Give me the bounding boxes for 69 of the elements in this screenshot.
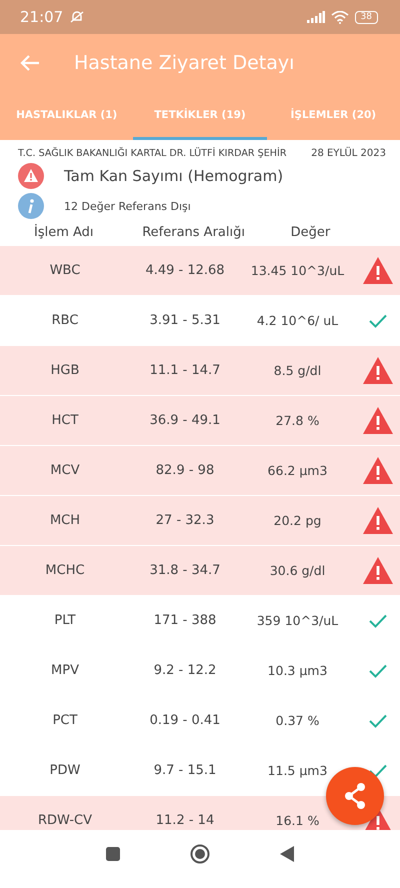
- result-value: 30.6 g/dl: [268, 563, 326, 578]
- tab[interactable]: HASTALIKLAR (1): [0, 92, 134, 140]
- column-header: Değer: [290, 225, 332, 240]
- reference-range: 9.7 - 15.1: [152, 763, 218, 778]
- clock: 21:07: [20, 8, 64, 26]
- warning-icon: [18, 163, 44, 189]
- test-code: HGB: [50, 363, 80, 378]
- back-icon[interactable]: [279, 845, 296, 863]
- check-icon: [368, 764, 386, 778]
- share-button[interactable]: [326, 767, 384, 825]
- result-value: 8.5 g/dl: [272, 363, 322, 378]
- tab[interactable]: İŞLEMLER (20): [266, 92, 400, 140]
- check-icon: [368, 314, 386, 328]
- reference-range: 82.9 - 98: [154, 463, 216, 478]
- reference-range: 11.2 - 14: [154, 813, 216, 828]
- check-icon: [368, 614, 386, 628]
- result-value: 11.5 µm3: [266, 763, 328, 778]
- share-icon: [343, 783, 367, 809]
- warning-icon: [362, 457, 392, 484]
- warning-icon: [362, 407, 392, 434]
- test-code: MPV: [50, 663, 80, 678]
- reference-range: 36.9 - 49.1: [148, 413, 222, 428]
- check-icon: [368, 664, 386, 678]
- result-value: 359 10^3/uL: [256, 613, 340, 628]
- result-value: 0.37 %: [274, 713, 320, 728]
- result-value: 13.45 10^3/uL: [250, 263, 346, 278]
- warning-icon: [362, 357, 392, 384]
- test-code: MCH: [48, 513, 82, 528]
- test-code: PDW: [48, 763, 82, 778]
- summary-text: 12 Değer Referans Dışı: [64, 200, 191, 212]
- reference-range: 4.49 - 12.68: [144, 263, 226, 278]
- test-code: PCT: [52, 713, 78, 728]
- column-header: İşlem Adı: [33, 225, 95, 240]
- battery-level: 38: [354, 10, 378, 24]
- test-name: Tam Kan Sayımı (Hemogram): [64, 167, 284, 185]
- result-value: 10.3 µm3: [266, 663, 328, 678]
- screen-title: Hastane Ziyaret Detayı: [74, 52, 294, 74]
- test-code: PLT: [53, 613, 77, 628]
- info-icon: [18, 193, 44, 219]
- result-value: 4.2 10^6/ uL: [256, 313, 340, 328]
- reference-range: 0.19 - 0.41: [148, 713, 222, 728]
- result-value: 66.2 µm3: [266, 463, 328, 478]
- reference-range: 3.91 - 5.31: [148, 313, 222, 328]
- reference-range: 27 - 32.3: [154, 513, 216, 528]
- home-icon[interactable]: [190, 844, 210, 864]
- signal-icon: [306, 11, 325, 23]
- reference-range: 9.2 - 12.2: [152, 663, 218, 678]
- column-header: Referans Aralığı: [141, 225, 246, 240]
- wifi-icon: [330, 10, 349, 24]
- test-code: MCV: [49, 463, 81, 478]
- warning-icon: [362, 507, 392, 534]
- hospital-name: T.C. SAĞLIK BAKANLIĞI KARTAL DR. LÜTFİ KIRDAR ŞEHİR: [18, 148, 287, 159]
- result-value: 16.1 %: [274, 813, 320, 828]
- recents-icon[interactable]: [104, 846, 121, 862]
- visit-date: 28 EYLÜL 2023: [311, 148, 386, 159]
- result-value: 27.8 %: [274, 413, 320, 428]
- test-code: RDW-CV: [36, 813, 94, 828]
- test-code: RBC: [50, 313, 80, 328]
- warning-icon: [362, 257, 392, 284]
- test-code: MCHC: [44, 563, 86, 578]
- test-code: WBC: [48, 263, 82, 278]
- tab[interactable]: TETKİKLER (19): [133, 92, 267, 140]
- check-icon: [368, 714, 386, 728]
- warning-icon: [362, 557, 392, 584]
- reference-range: 11.1 - 14.7: [148, 363, 222, 378]
- result-value: 20.2 pg: [272, 513, 322, 528]
- reference-range: 31.8 - 34.7: [148, 563, 222, 578]
- reference-range: 171 - 388: [152, 613, 218, 628]
- test-code: HCT: [50, 413, 80, 428]
